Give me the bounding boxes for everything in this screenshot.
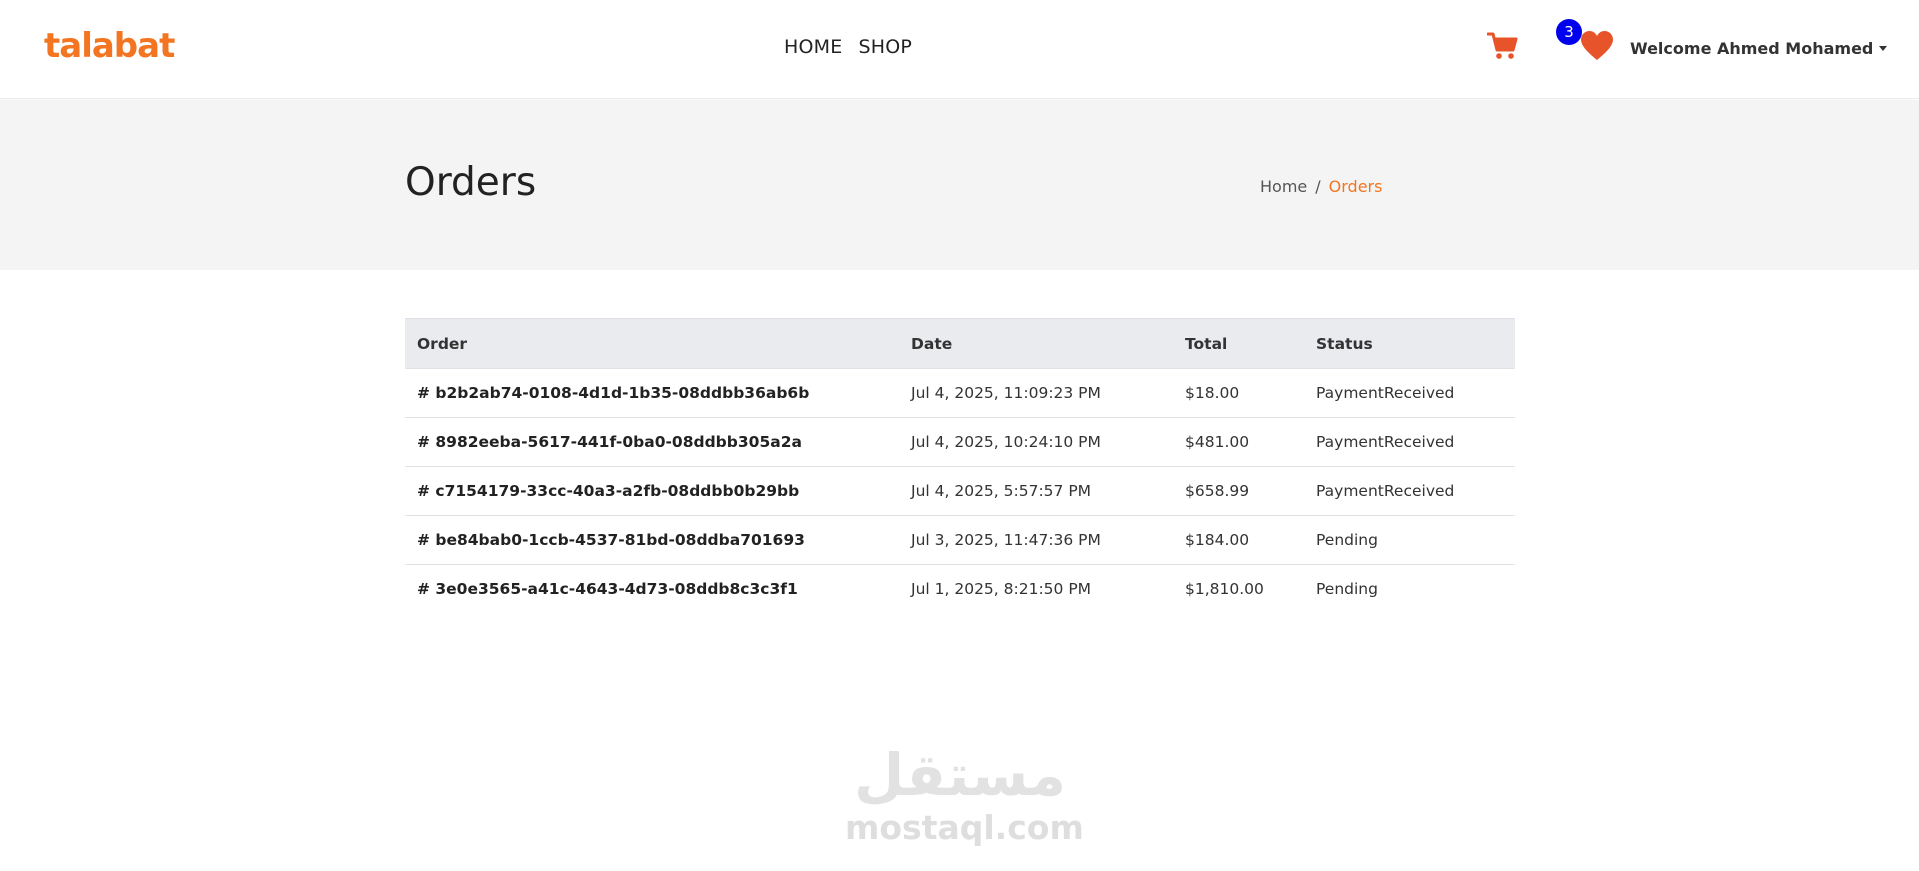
table-row[interactable]: # c7154179-33cc-40a3-a2fb-08ddbb0b29bb J…: [405, 466, 1515, 516]
order-status-cell: PaymentReceived: [1304, 466, 1515, 516]
breadcrumb: Home / Orders: [1260, 177, 1382, 196]
order-total-cell: $481.00: [1173, 417, 1304, 467]
column-header-status: Status: [1304, 318, 1515, 369]
brand-logo[interactable]: talabat: [44, 26, 175, 66]
top-navbar: talabat HOME SHOP 3 Welcome Ahmed Mohame…: [0, 0, 1919, 99]
order-id-cell[interactable]: # be84bab0-1ccb-4537-81bd-08ddba701693: [405, 515, 899, 565]
column-header-total: Total: [1173, 318, 1304, 369]
nav-link-shop[interactable]: SHOP: [858, 36, 912, 58]
table-row[interactable]: # be84bab0-1ccb-4537-81bd-08ddba701693 J…: [405, 515, 1515, 565]
page-header: Orders Home / Orders: [0, 100, 1919, 270]
order-date-cell: Jul 4, 2025, 10:24:10 PM: [899, 417, 1173, 467]
order-id-cell[interactable]: # c7154179-33cc-40a3-a2fb-08ddbb0b29bb: [405, 466, 899, 516]
order-status-cell: Pending: [1316, 580, 1378, 599]
order-status-cell: PaymentReceived: [1304, 417, 1515, 467]
order-status-cell: PaymentReceived: [1304, 368, 1515, 418]
orders-table: Order Date Total Status # b2b2ab74-0108-…: [405, 318, 1515, 614]
watermark-arabic: مستقل: [853, 741, 1067, 809]
breadcrumb-home-link[interactable]: Home: [1260, 177, 1307, 196]
table-row[interactable]: # 8982eeba-5617-441f-0ba0-08ddbb305a2a J…: [405, 417, 1515, 467]
table-row[interactable]: # b2b2ab74-0108-4d1d-1b35-08ddbb36ab6b J…: [405, 368, 1515, 418]
breadcrumb-current: Orders: [1328, 177, 1383, 196]
order-status-cell: Pending: [1304, 515, 1515, 565]
caret-down-icon: [1879, 46, 1888, 51]
heart-icon[interactable]: [1580, 30, 1614, 62]
order-date-cell: Jul 3, 2025, 11:47:36 PM: [899, 515, 1173, 565]
user-menu-dropdown[interactable]: Welcome Ahmed Mohamed: [1630, 39, 1888, 58]
user-menu-label: Welcome Ahmed Mohamed: [1630, 39, 1874, 58]
order-date-cell: Jul 4, 2025, 11:09:23 PM: [899, 368, 1173, 418]
order-date-cell: Jul 4, 2025, 5:57:57 PM: [899, 466, 1173, 516]
breadcrumb-separator: /: [1315, 177, 1321, 196]
wishlist-count-badge: 3: [1556, 19, 1582, 45]
order-total-cell: $658.99: [1173, 466, 1304, 516]
column-header-order: Order: [405, 318, 899, 369]
page-title: Orders: [405, 160, 537, 205]
mostaql-watermark: مستقل mostaql.com: [845, 740, 1084, 855]
shopping-cart-icon[interactable]: [1486, 31, 1519, 61]
column-header-date: Date: [899, 318, 1173, 369]
order-total-cell: $1,810.00: [1185, 580, 1264, 599]
order-id-cell[interactable]: # b2b2ab74-0108-4d1d-1b35-08ddbb36ab6b: [405, 368, 899, 418]
order-total-cell: $184.00: [1173, 515, 1304, 565]
main-nav: HOME SHOP: [784, 36, 912, 58]
table-header: Order Date Total Status: [405, 318, 1515, 369]
table-row[interactable]: # 3e0e3565-a41c-4643-4d73-08ddb8c3c3f1 J…: [405, 565, 1515, 614]
order-date-cell: Jul 1, 2025, 8:21:50 PM: [911, 580, 1092, 599]
table-body: # b2b2ab74-0108-4d1d-1b35-08ddbb36ab6b J…: [405, 368, 1515, 614]
order-id-cell[interactable]: # 3e0e3565-a41c-4643-4d73-08ddb8c3c3f1: [405, 565, 899, 614]
watermark-latin: mostaql.com: [845, 808, 1084, 847]
order-total-cell: $18.00: [1173, 368, 1304, 418]
order-id-cell[interactable]: # 8982eeba-5617-441f-0ba0-08ddbb305a2a: [405, 417, 899, 467]
nav-link-home[interactable]: HOME: [784, 36, 842, 58]
table-header-row: Order Date Total Status: [405, 318, 1515, 369]
